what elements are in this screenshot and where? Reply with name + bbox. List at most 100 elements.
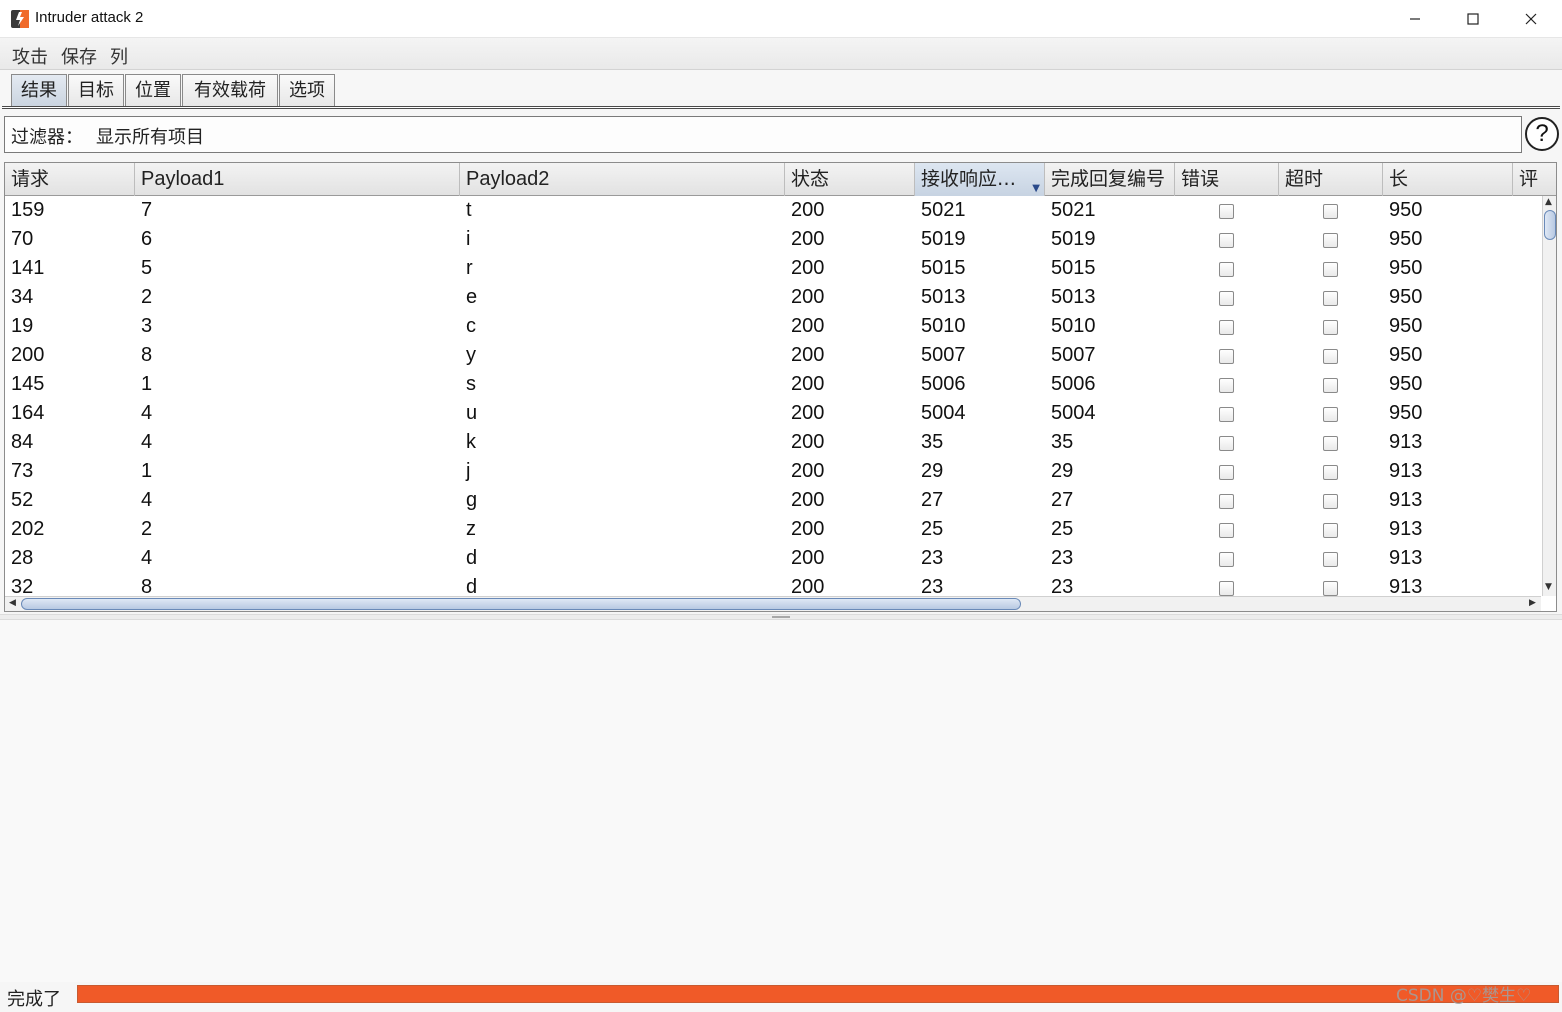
column-header-response-received-label: 接收响应… <box>921 168 1017 190</box>
table-cell: 202 <box>11 518 45 540</box>
error-checkbox <box>1219 552 1234 567</box>
sort-descending-icon: ▼ <box>1032 183 1040 194</box>
scroll-left-icon[interactable]: ◀ <box>9 598 16 608</box>
table-cell: 200 <box>791 228 825 250</box>
column-header-payload2[interactable]: Payload2 <box>460 163 785 196</box>
table-cell: 200 <box>791 431 825 453</box>
table-row[interactable]: 202 2 z 200 25 25 913 <box>5 515 1541 544</box>
vertical-scrollbar[interactable]: ▲ ▼ <box>1542 196 1556 596</box>
table-cell: 25 <box>1051 518 1074 540</box>
table-cell: 32 <box>11 576 34 596</box>
horizontal-scrollbar[interactable]: ◀ ▶ <box>5 596 1541 611</box>
filter-bar[interactable]: 过滤器： 显示所有项目 <box>4 116 1522 153</box>
column-header-response-received[interactable]: 接收响应… ▼ <box>915 163 1045 196</box>
column-header-error[interactable]: 错误 <box>1175 163 1279 196</box>
tab-positions[interactable]: 位置 <box>125 74 181 108</box>
column-header-length[interactable]: 长 <box>1383 163 1513 196</box>
tab-target[interactable]: 目标 <box>68 74 124 108</box>
table-row[interactable]: 34 2 e 200 5013 5013 950 <box>5 283 1541 312</box>
table-header: 请求 Payload1 Payload2 状态 接收响应… ▼ 完成回复编号 错… <box>5 163 1556 196</box>
table-cell: 200 <box>791 489 825 511</box>
column-header-comment[interactable]: 评 <box>1513 163 1556 196</box>
table-cell: 23 <box>1051 547 1074 569</box>
menu-save[interactable]: 保存 <box>61 43 97 69</box>
column-header-request[interactable]: 请求 <box>5 163 135 196</box>
menu-bar: 攻击 保存 列 <box>0 38 1562 70</box>
table-cell: 950 <box>1389 373 1423 395</box>
table-row[interactable]: 19 3 c 200 5010 5010 950 <box>5 312 1541 341</box>
table-row[interactable]: 200 8 y 200 5007 5007 950 <box>5 341 1541 370</box>
table-cell: 950 <box>1389 257 1423 279</box>
table-cell: 2 <box>141 286 153 308</box>
table-row[interactable]: 52 4 g 200 27 27 913 <box>5 486 1541 515</box>
table-cell: 200 <box>791 315 825 337</box>
table-cell: 19 <box>11 315 34 337</box>
table-cell: r <box>466 257 473 279</box>
table-cell: 29 <box>1051 460 1074 482</box>
error-checkbox <box>1219 320 1234 335</box>
table-cell: 200 <box>11 344 45 366</box>
results-table: 请求 Payload1 Payload2 状态 接收响应… ▼ 完成回复编号 错… <box>4 162 1557 612</box>
tab-payloads[interactable]: 有效载荷 <box>182 74 278 108</box>
error-checkbox <box>1219 204 1234 219</box>
maximize-button[interactable] <box>1444 0 1502 38</box>
table-cell: 200 <box>791 344 825 366</box>
table-row[interactable]: 84 4 k 200 35 35 913 <box>5 428 1541 457</box>
menu-columns[interactable]: 列 <box>110 43 128 69</box>
table-row[interactable]: 159 7 t 200 5021 5021 950 <box>5 196 1541 225</box>
column-header-status[interactable]: 状态 <box>785 163 915 196</box>
table-cell: 5015 <box>1051 257 1096 279</box>
table-cell: 52 <box>11 489 34 511</box>
table-cell: 141 <box>11 257 45 279</box>
error-checkbox <box>1219 262 1234 277</box>
scroll-up-icon[interactable]: ▲ <box>1545 197 1552 207</box>
table-cell: c <box>466 315 476 337</box>
error-checkbox <box>1219 349 1234 364</box>
table-cell: u <box>466 402 478 424</box>
table-cell: 4 <box>141 402 153 424</box>
table-row[interactable]: 164 4 u 200 5004 5004 950 <box>5 399 1541 428</box>
table-row[interactable]: 145 1 s 200 5006 5006 950 <box>5 370 1541 399</box>
horizontal-scroll-thumb[interactable] <box>21 598 1021 610</box>
table-cell: 84 <box>11 431 34 453</box>
table-cell: 913 <box>1389 576 1423 596</box>
timeout-checkbox <box>1323 523 1338 538</box>
column-header-timeout[interactable]: 超时 <box>1279 163 1383 196</box>
tab-options[interactable]: 选项 <box>279 74 335 108</box>
table-row[interactable]: 70 6 i 200 5019 5019 950 <box>5 225 1541 254</box>
scroll-down-icon[interactable]: ▼ <box>1545 582 1552 592</box>
timeout-checkbox <box>1323 320 1338 335</box>
column-header-payload1[interactable]: Payload1 <box>135 163 460 196</box>
tab-results[interactable]: 结果 <box>11 74 67 108</box>
table-cell: e <box>466 286 478 308</box>
tab-divider <box>2 106 1560 109</box>
column-header-response-completed[interactable]: 完成回复编号 <box>1045 163 1175 196</box>
close-button[interactable] <box>1502 0 1560 38</box>
error-checkbox <box>1219 523 1234 538</box>
table-cell: 5021 <box>1051 199 1096 221</box>
splitter-grip-icon[interactable] <box>772 616 790 618</box>
table-cell: 2 <box>141 518 153 540</box>
table-row[interactable]: 28 4 d 200 23 23 913 <box>5 544 1541 573</box>
close-icon <box>1525 13 1537 25</box>
table-cell: 8 <box>141 576 153 596</box>
error-checkbox <box>1219 581 1234 596</box>
table-row[interactable]: 32 8 d 200 23 23 913 <box>5 573 1541 596</box>
filter-label: 过滤器： <box>11 127 83 148</box>
table-cell: 200 <box>791 373 825 395</box>
table-cell: 200 <box>791 460 825 482</box>
table-cell: 200 <box>791 402 825 424</box>
vertical-scroll-thumb[interactable] <box>1544 210 1556 240</box>
table-cell: 159 <box>11 199 45 221</box>
table-row[interactable]: 141 5 r 200 5015 5015 950 <box>5 254 1541 283</box>
scroll-right-icon[interactable]: ▶ <box>1529 598 1536 608</box>
help-icon[interactable]: ? <box>1525 117 1559 151</box>
table-cell: 145 <box>11 373 45 395</box>
menu-attack[interactable]: 攻击 <box>12 43 48 69</box>
table-cell: 950 <box>1389 402 1423 424</box>
table-cell: 23 <box>1051 576 1074 596</box>
table-cell: 5019 <box>1051 228 1096 250</box>
minimize-button[interactable] <box>1386 0 1444 38</box>
filter-value: 显示所有项目 <box>96 127 204 148</box>
table-row[interactable]: 73 1 j 200 29 29 913 <box>5 457 1541 486</box>
